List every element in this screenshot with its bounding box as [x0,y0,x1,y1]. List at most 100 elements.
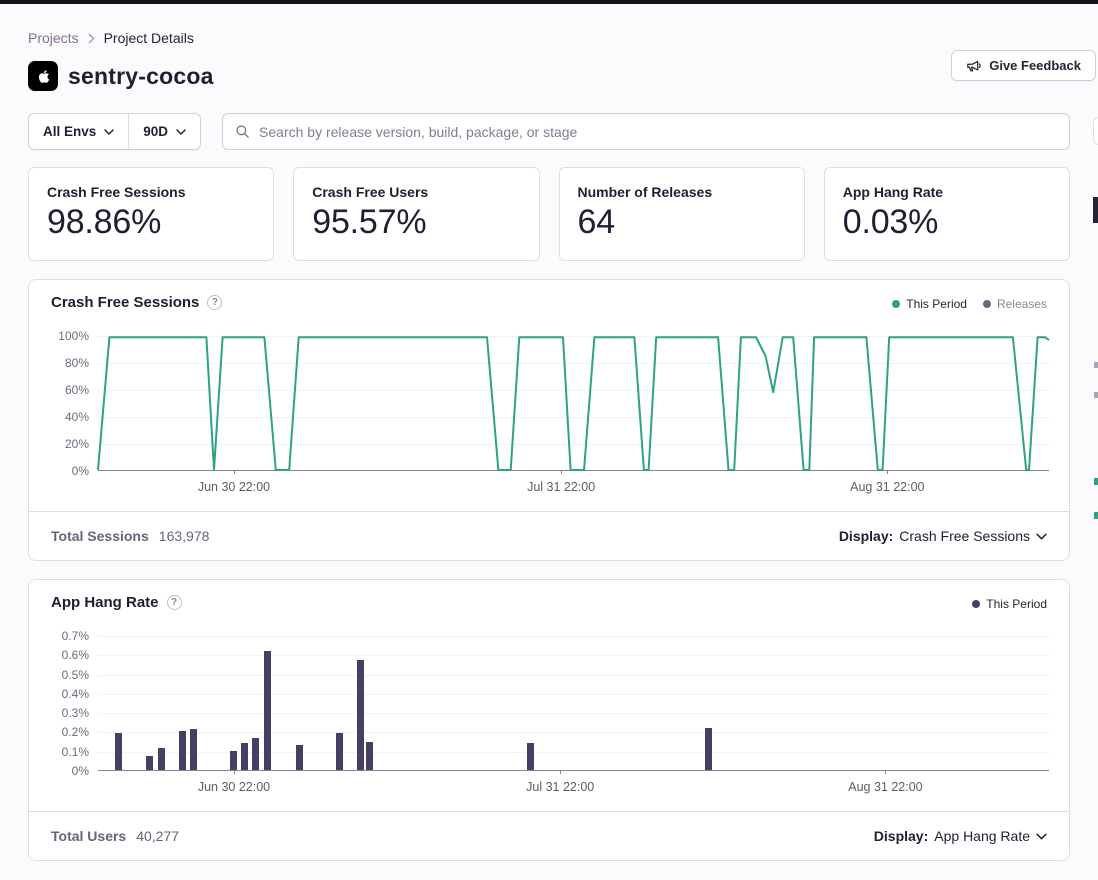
legend-label: Releases [997,297,1047,311]
chart-legend: This Period Releases [892,297,1047,311]
gridline [98,694,1049,695]
megaphone-icon [966,58,982,74]
display-value: App Hang Rate [934,828,1030,844]
legend-item[interactable]: This Period [972,597,1047,611]
x-axis-tick-label: Jul 31 22:00 [526,780,594,794]
date-range-filter-button[interactable]: 90D [129,114,200,149]
chart-legend: This Period [972,597,1047,611]
y-axis-tick-label: 0% [72,764,89,778]
cutoff-card-fragment [1093,117,1098,145]
filter-bar: All Envs 90D [28,113,1070,150]
release-search-box [222,113,1070,150]
app-hang-rate-chart[interactable]: 0%0.1%0.2%0.3%0.4%0.5%0.6%0.7%Jun 30 22:… [98,636,1049,771]
chevron-down-icon [176,129,186,135]
cutoff-content-fragment [1093,197,1098,223]
project-details-page: Projects Project Details Give Feedback s… [0,29,1098,861]
y-axis-tick-label: 0% [72,464,89,478]
bar-series-bar [241,743,248,770]
x-axis-tick [561,470,562,474]
legend-label: This Period [906,297,967,311]
display-option-dropdown[interactable]: Display: App Hang Rate [874,828,1047,844]
display-label: Display: [874,828,928,844]
breadcrumb-projects-link[interactable]: Projects [28,30,79,46]
crash-free-sessions-chart[interactable]: 0%20%40%60%80%100%Jun 30 22:00Jul 31 22:… [98,336,1049,471]
stat-card-crash-free-sessions: Crash Free Sessions 98.86% [28,167,274,261]
bar-series-bar [190,729,197,771]
bar-series-bar [357,660,364,770]
breadcrumb: Projects Project Details [28,29,1070,47]
bar-series-bar [179,731,186,770]
gridline [98,636,1049,637]
y-axis-tick-label: 80% [65,356,89,370]
stat-value: 98.86% [47,203,255,242]
y-axis-tick-label: 0.5% [62,668,89,682]
cutoff-content-fragment [1094,392,1098,398]
stat-label: Number of Releases [578,184,786,200]
stat-value: 0.03% [843,203,1051,242]
stat-label: Crash Free Users [312,184,520,200]
bar-series-bar [264,651,271,770]
release-search-input[interactable] [259,124,1057,140]
env-period-filter-group: All Envs 90D [28,113,201,150]
total-users-value: 40,277 [136,828,179,844]
y-axis-tick-label: 0.1% [62,745,89,759]
stat-label: Crash Free Sessions [47,184,255,200]
x-axis-tick [887,470,888,474]
display-value: Crash Free Sessions [899,528,1030,544]
y-axis-tick-label: 0.2% [62,725,89,739]
y-axis-tick-label: 0.7% [62,629,89,643]
give-feedback-label: Give Feedback [989,58,1081,73]
help-question-icon[interactable]: ? [207,295,222,310]
stat-label: App Hang Rate [843,184,1051,200]
y-axis-tick-label: 0.3% [62,706,89,720]
panel-footer: Total Users 40,277 Display: App Hang Rat… [29,811,1069,860]
legend-item[interactable]: Releases [983,297,1047,311]
stat-card-crash-free-users: Crash Free Users 95.57% [293,167,539,261]
bar-series-bar [146,756,153,771]
chevron-down-icon [104,129,114,135]
bar-series-bar [527,743,534,770]
display-option-dropdown[interactable]: Display: Crash Free Sessions [839,528,1047,544]
x-axis-tick-label: Aug 31 22:00 [848,780,922,794]
cutoff-content-fragment [1094,478,1098,485]
legend-item[interactable]: This Period [892,297,967,311]
bar-series-bar [252,738,259,770]
page-title: sentry-cocoa [68,63,214,90]
date-range-label: 90D [143,124,168,139]
chevron-right-icon [88,33,95,44]
panel-title: Crash Free Sessions [51,294,199,311]
y-axis-tick-label: 20% [65,437,89,451]
bar-series-bar [366,742,373,770]
stats-summary-row: Crash Free Sessions 98.86% Crash Free Us… [28,167,1070,261]
stat-card-app-hang-rate: App Hang Rate 0.03% [824,167,1070,261]
give-feedback-button[interactable]: Give Feedback [951,50,1096,81]
gridline [98,713,1049,714]
environment-filter-button[interactable]: All Envs [29,114,128,149]
gridline [98,675,1049,676]
total-sessions-label: Total Sessions [51,528,149,544]
breadcrumb-current: Project Details [104,30,194,46]
line-series [98,336,1049,470]
x-axis-tick [560,770,561,774]
project-header: sentry-cocoa [28,60,1070,92]
stat-value: 95.57% [312,203,520,242]
environment-filter-label: All Envs [43,124,96,139]
x-axis-tick-label: Jun 30 22:00 [198,480,270,494]
x-axis-tick [885,770,886,774]
y-axis-tick-label: 0.4% [62,687,89,701]
x-axis-tick-label: Jul 31 22:00 [527,480,595,494]
bar-series-bar [158,748,165,770]
display-label: Display: [839,528,893,544]
cutoff-content-fragment [1094,512,1098,519]
help-question-icon[interactable]: ? [167,595,182,610]
bar-series-bar [115,733,122,770]
bar-series-bar [705,728,712,770]
top-border-bar [0,0,1098,4]
cutoff-content-fragment [1094,362,1098,368]
panel-title: App Hang Rate [51,594,159,611]
x-axis-tick [234,770,235,774]
chevron-down-icon [1036,533,1047,540]
stat-value: 64 [578,203,786,242]
search-icon [235,124,250,139]
apple-platform-icon [28,61,58,91]
